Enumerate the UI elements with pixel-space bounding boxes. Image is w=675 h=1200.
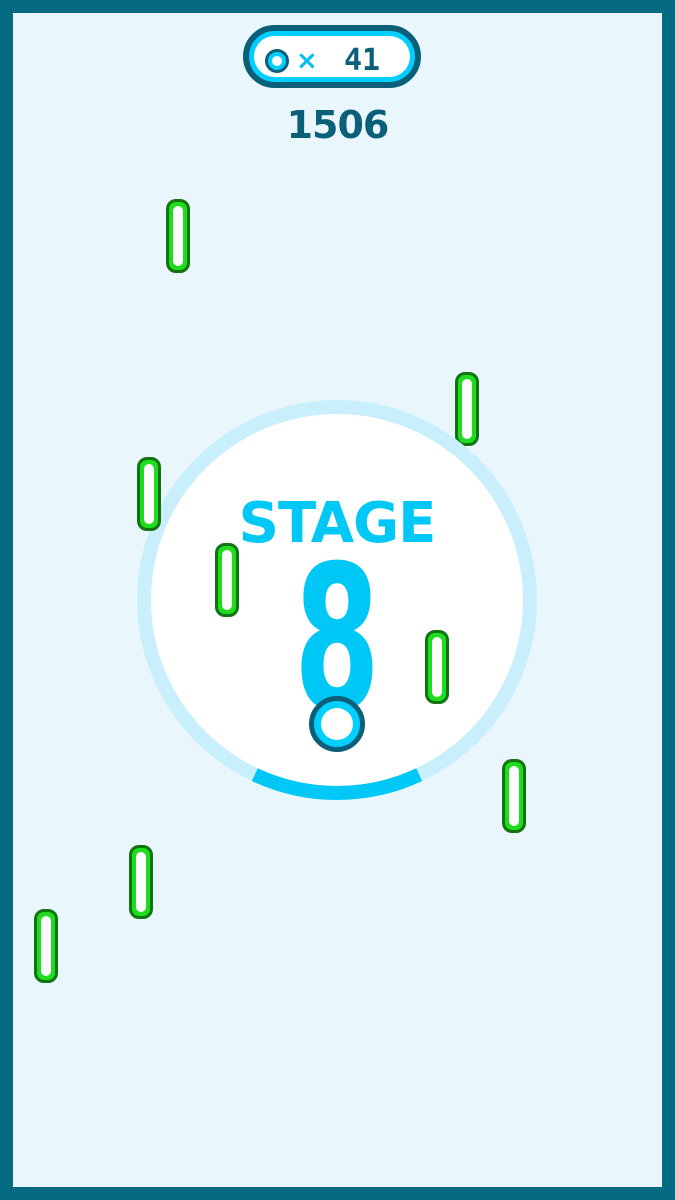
green-peg bbox=[425, 630, 449, 704]
balls-count: 41 bbox=[344, 43, 381, 78]
times-symbol: × bbox=[296, 46, 318, 76]
ball-counter: × 41 bbox=[243, 25, 421, 88]
green-peg bbox=[166, 199, 190, 273]
game-frame: × 41 1506 STAGE 8 bbox=[13, 13, 662, 1187]
player-ball[interactable] bbox=[309, 696, 365, 752]
score: 1506 bbox=[286, 103, 390, 147]
green-peg bbox=[129, 845, 153, 919]
green-peg bbox=[34, 909, 58, 983]
green-peg bbox=[137, 457, 161, 531]
stage-indicator: STAGE 8 bbox=[137, 400, 537, 800]
ball-counter-inner: × 41 bbox=[254, 36, 410, 78]
green-peg bbox=[215, 543, 239, 617]
ball-icon bbox=[265, 49, 289, 73]
green-peg bbox=[502, 759, 526, 833]
